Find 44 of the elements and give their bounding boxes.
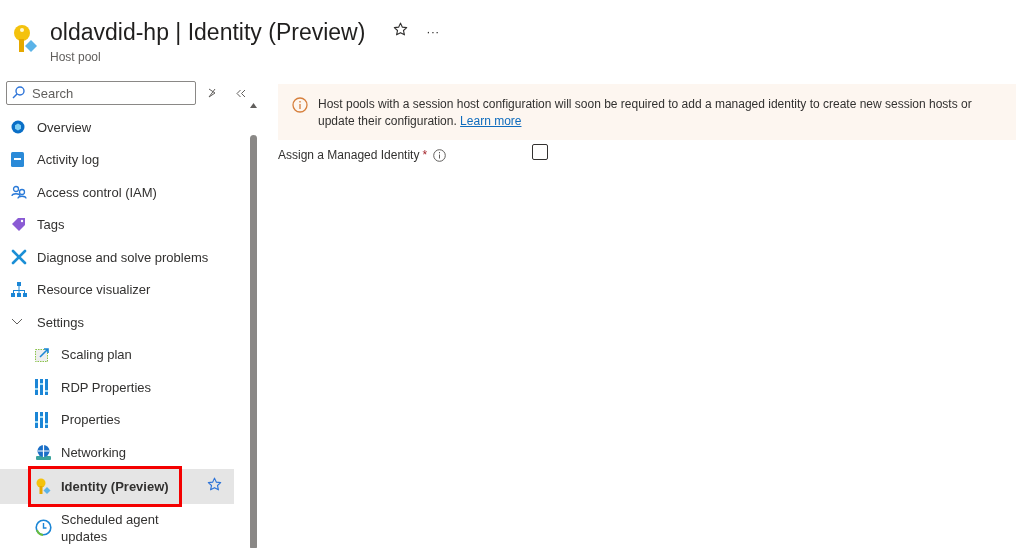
globe-icon	[11, 120, 25, 135]
book-icon	[11, 152, 24, 168]
required-asterisk: *	[422, 148, 428, 162]
clock-icon	[35, 519, 52, 536]
info-icon	[292, 97, 308, 113]
key-icon	[12, 24, 38, 54]
nav-item[interactable]: Identity (Preview)	[0, 468, 234, 504]
star-icon[interactable]	[207, 476, 222, 492]
nav-item[interactable]: RDP Properties	[0, 371, 234, 404]
scroll-up-icon[interactable]	[249, 102, 258, 109]
nav-item[interactable]: Access control (IAM)	[0, 176, 234, 209]
bars-icon	[35, 379, 48, 396]
search-icon	[12, 86, 25, 99]
more-button[interactable]: ···	[422, 24, 444, 39]
collapse-button[interactable]	[236, 88, 246, 98]
nav-item[interactable]: Activity log	[0, 143, 234, 176]
field-label: Assign a Managed Identity	[278, 148, 420, 162]
nav-item[interactable]: Scaling plan	[0, 338, 234, 371]
people-icon	[11, 185, 27, 200]
tag-icon	[11, 217, 26, 233]
clear-filter-button[interactable]	[208, 88, 216, 98]
warning-text: Host pools with a session host configuration will soon be required to add a managed identity to create new session hosts or update their configuration. Learn more	[318, 96, 973, 130]
bars-icon	[35, 411, 48, 428]
page-title: oldavdid-hp | Identity (Preview)	[50, 18, 366, 47]
learn-more-link[interactable]: Learn more	[460, 114, 522, 128]
tools-icon	[11, 249, 27, 266]
nav-item[interactable]: Tags	[0, 208, 234, 241]
info-icon	[433, 148, 447, 162]
network-globe-icon	[35, 444, 52, 461]
nav-item[interactable]: Networking	[0, 436, 234, 469]
search-field[interactable]: Search	[6, 81, 196, 105]
nav-item[interactable]: Properties	[0, 403, 234, 436]
scrollbar-thumb[interactable]	[250, 135, 257, 548]
hierarchy-icon	[11, 282, 27, 298]
nav-item[interactable]: Diagnose and solve problems	[0, 241, 234, 274]
nav-item[interactable]: Overview	[0, 111, 234, 144]
page-subtitle: Host pool	[50, 50, 102, 64]
key-icon	[35, 477, 51, 495]
resize-icon	[35, 347, 50, 363]
chevron-icon	[11, 318, 23, 327]
nav-item[interactable]: Resource visualizer	[0, 273, 234, 306]
nav-group[interactable]: Settings	[0, 306, 234, 339]
nav-item[interactable]: Scheduled agent updates	[0, 503, 234, 548]
checkbox[interactable]	[532, 144, 548, 160]
